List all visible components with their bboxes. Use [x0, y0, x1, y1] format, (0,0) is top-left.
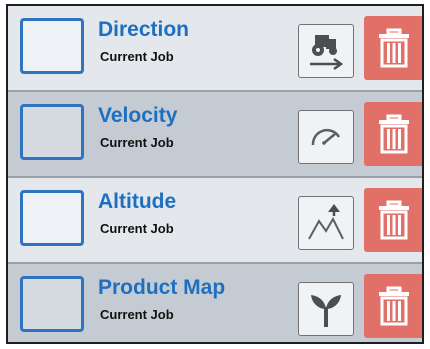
delete-button[interactable]: [364, 16, 422, 80]
item-subtitle: Current Job: [100, 49, 174, 64]
select-checkbox[interactable]: [20, 18, 84, 74]
layer-type-button[interactable]: [298, 282, 354, 336]
tractor-direction-icon: [310, 35, 344, 71]
delete-button[interactable]: [364, 102, 422, 166]
trash-icon: [379, 286, 409, 326]
list-item: Altitude Current Job: [8, 178, 422, 262]
item-subtitle: Current Job: [100, 135, 174, 150]
list-item: Product Map Current Job: [8, 264, 422, 342]
layer-type-button[interactable]: [298, 110, 354, 164]
plant-sprout-icon: [311, 295, 341, 327]
list-item: Direction Current Job: [8, 6, 422, 90]
item-title: Direction: [98, 18, 190, 41]
layer-type-button[interactable]: [298, 196, 354, 250]
layer-list: Direction Current Job Velocity Current J…: [6, 4, 424, 344]
speedometer-icon: [311, 128, 341, 146]
item-subtitle: Current Job: [100, 307, 174, 322]
trash-icon: [379, 28, 409, 68]
select-checkbox[interactable]: [20, 104, 84, 160]
item-title: Product Map: [98, 276, 226, 299]
delete-button[interactable]: [364, 274, 422, 338]
trash-icon: [379, 200, 409, 240]
select-checkbox[interactable]: [20, 276, 84, 332]
layer-type-button[interactable]: [298, 24, 354, 78]
delete-button[interactable]: [364, 188, 422, 252]
select-checkbox[interactable]: [20, 190, 84, 246]
item-title: Velocity: [98, 104, 178, 127]
trash-icon: [379, 114, 409, 154]
item-subtitle: Current Job: [100, 221, 174, 236]
item-title: Altitude: [98, 190, 177, 213]
list-item: Velocity Current Job: [8, 92, 422, 176]
mountain-altitude-icon: [308, 204, 344, 240]
